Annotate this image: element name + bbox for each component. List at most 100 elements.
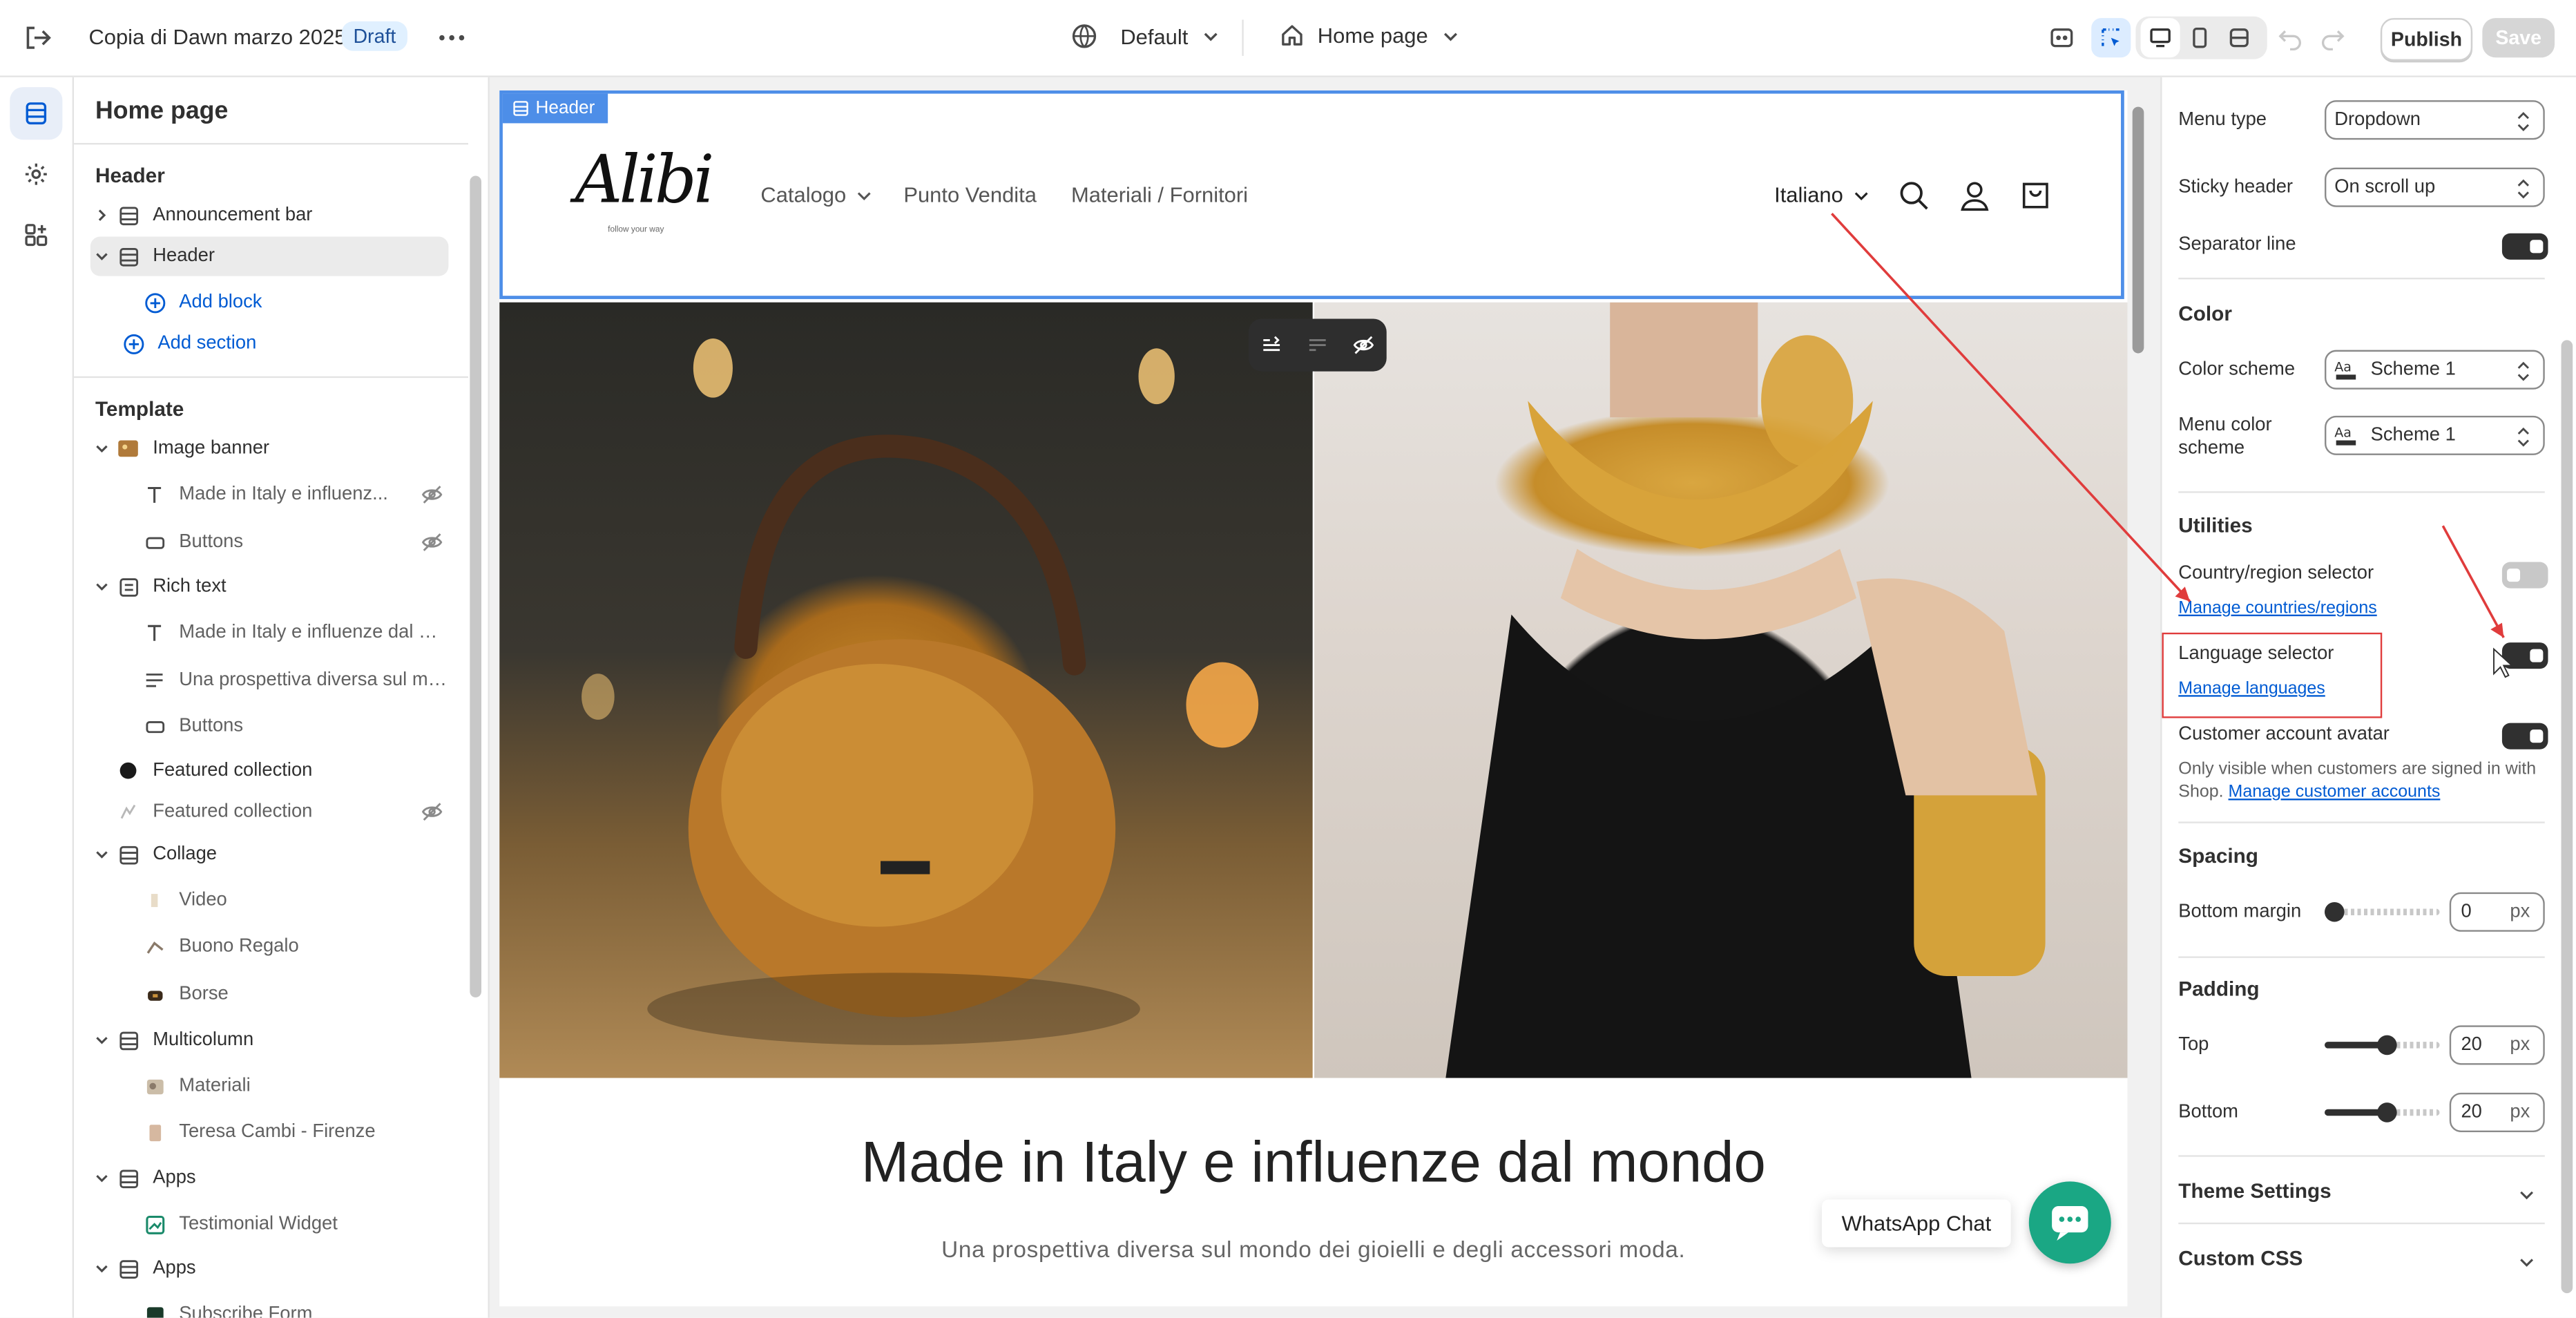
add-block-button[interactable]: Add block	[140, 283, 488, 322]
custom-css-accordion[interactable]: Custom CSS	[2178, 1248, 2303, 1270]
select-element-icon[interactable]	[2091, 18, 2131, 58]
padding-top-slider-fill[interactable]	[2325, 1042, 2384, 1049]
account-icon[interactable]	[1959, 179, 1992, 212]
block-label: Made in Italy e influenze dal mo...	[179, 622, 449, 643]
language-selector[interactable]: Italiano	[1774, 182, 1871, 207]
color-scheme-select[interactable]: Aa Scheme 1	[2325, 350, 2545, 390]
eye-off-icon[interactable]	[1352, 334, 1375, 356]
separator-line-toggle[interactable]	[2501, 233, 2548, 260]
move-up-icon[interactable]	[1260, 334, 1283, 356]
image-banner[interactable]	[499, 302, 2128, 1078]
apps-icon[interactable]	[10, 209, 62, 261]
cart-icon[interactable]	[2019, 179, 2053, 212]
sections-icon[interactable]	[10, 87, 63, 140]
nav-catalogo[interactable]: Catalogo	[760, 182, 874, 207]
section-rich-text[interactable]: Rich text	[90, 567, 449, 607]
manage-customer-accounts-link[interactable]: Manage customer accounts	[2229, 782, 2441, 802]
section-featured-collection[interactable]: Featured collection	[113, 751, 448, 790]
chevron-down-icon[interactable]	[2517, 1250, 2537, 1280]
padding-top-input[interactable]: 20 px	[2449, 1025, 2545, 1065]
section-image-banner[interactable]: Image banner	[90, 429, 449, 468]
whatsapp-chat-label[interactable]: WhatsApp Chat	[1822, 1199, 2011, 1248]
save-button[interactable]: Save	[2482, 18, 2555, 58]
theme-settings-accordion[interactable]: Theme Settings	[2178, 1180, 2331, 1203]
settings-gear-icon[interactable]	[10, 148, 62, 200]
section-announcement-bar[interactable]: Announcement bar	[90, 195, 449, 235]
fullscreen-icon[interactable]	[2220, 18, 2259, 57]
eye-off-icon[interactable]	[416, 531, 449, 553]
scrollbar[interactable]	[470, 175, 481, 997]
search-icon[interactable]	[1898, 179, 1931, 212]
eye-off-icon[interactable]	[416, 483, 449, 506]
block-heading[interactable]: Made in Italy e influenz...	[140, 475, 448, 514]
language-selector-toggle[interactable]	[2501, 642, 2548, 669]
eye-off-icon[interactable]	[416, 800, 449, 823]
section-header[interactable]: Header	[90, 236, 449, 276]
padding-top-slider-knob[interactable]	[2377, 1035, 2397, 1056]
more-icon[interactable]	[437, 23, 467, 52]
undo-icon[interactable]	[2277, 25, 2303, 51]
divider	[2178, 491, 2545, 493]
block-materiali[interactable]: Materiali	[140, 1067, 448, 1106]
block-borse[interactable]: Borse	[140, 975, 448, 1014]
store-preview: Header Alibi follow your way Catalogo Pu…	[499, 90, 2128, 1307]
chevron-down-icon[interactable]	[90, 248, 113, 265]
section-collage[interactable]: Collage	[90, 834, 449, 874]
section-featured-collection-hidden[interactable]: Featured collection	[113, 792, 448, 832]
store-logo[interactable]: Alibi	[575, 143, 715, 218]
block-video[interactable]: Video	[140, 881, 448, 920]
chevron-down-icon[interactable]	[90, 1032, 113, 1049]
section-apps[interactable]: Apps	[90, 1158, 449, 1198]
block-subscribe-form[interactable]: Subscribe Form	[140, 1295, 448, 1318]
country-selector-toggle[interactable]	[2501, 562, 2548, 589]
block-buttons[interactable]: Buttons	[140, 522, 448, 562]
globe-icon	[1071, 23, 1097, 49]
customer-avatar-toggle[interactable]	[2501, 723, 2548, 749]
theme-dropdown[interactable]: Default	[1071, 23, 1221, 49]
nav-materiali-fornitori[interactable]: Materiali / Fornitori	[1071, 182, 1248, 207]
chevron-down-icon[interactable]	[90, 578, 113, 595]
padding-top-value: 20	[2461, 1035, 2482, 1056]
bottom-margin-slider-knob[interactable]	[2325, 901, 2345, 922]
chevron-down-icon[interactable]	[90, 441, 113, 457]
divider	[2178, 1155, 2545, 1157]
desktop-icon[interactable]	[2140, 18, 2180, 58]
mobile-icon[interactable]	[2180, 18, 2220, 57]
manage-countries-link[interactable]: Manage countries/regions	[2178, 598, 2376, 618]
block-buono-regalo[interactable]: Buono Regalo	[140, 927, 448, 966]
preview-inspector-icon[interactable]	[2042, 18, 2082, 57]
publish-button[interactable]: Publish	[2380, 18, 2473, 61]
bottom-margin-input[interactable]: 0 px	[2449, 892, 2545, 932]
header-section-tag[interactable]: Header	[502, 93, 608, 124]
manage-languages-link[interactable]: Manage languages	[2178, 678, 2325, 698]
redo-icon[interactable]	[2320, 25, 2346, 51]
sticky-header-select[interactable]: On scroll up	[2325, 167, 2545, 207]
store-header[interactable]: Header Alibi follow your way Catalogo Pu…	[499, 90, 2124, 299]
move-down-icon[interactable]	[1306, 334, 1329, 356]
block-buttons[interactable]: Buttons	[140, 707, 448, 746]
block-text[interactable]: Una prospettiva diversa sul mon...	[140, 660, 448, 700]
chevron-down-icon[interactable]	[90, 1170, 113, 1187]
add-section-button[interactable]: Add section	[118, 324, 477, 363]
section-multicolumn[interactable]: Multicolumn	[90, 1020, 449, 1060]
chevron-down-icon[interactable]	[90, 846, 113, 863]
exit-icon[interactable]	[23, 23, 52, 52]
chevron-down-icon[interactable]	[90, 1261, 113, 1277]
chevron-right-icon[interactable]	[90, 207, 113, 224]
section-apps[interactable]: Apps	[90, 1249, 449, 1288]
menu-type-select[interactable]: Dropdown	[2325, 100, 2545, 140]
whatsapp-chat-button[interactable]	[2028, 1181, 2111, 1264]
block-teresa-cambi[interactable]: Teresa Cambi - Firenze	[140, 1112, 448, 1152]
block-heading[interactable]: Made in Italy e influenze dal mo...	[140, 613, 448, 652]
nav-punto-vendita[interactable]: Punto Vendita	[903, 182, 1037, 207]
padding-bottom-input[interactable]: 20 px	[2449, 1092, 2545, 1132]
scrollbar[interactable]	[2132, 106, 2144, 354]
padding-bottom-slider-fill[interactable]	[2325, 1109, 2384, 1116]
rich-text-heading[interactable]: Made in Italy e influenze dal mondo	[499, 1131, 2127, 1196]
menu-color-scheme-select[interactable]: Aa Scheme 1	[2325, 415, 2545, 455]
scrollbar[interactable]	[2561, 340, 2573, 1294]
block-testimonial-widget[interactable]: Testimonial Widget	[140, 1205, 448, 1244]
page-dropdown[interactable]: Home page	[1280, 23, 1461, 48]
chevron-down-icon[interactable]	[2517, 1183, 2537, 1213]
padding-bottom-slider-knob[interactable]	[2377, 1102, 2397, 1123]
